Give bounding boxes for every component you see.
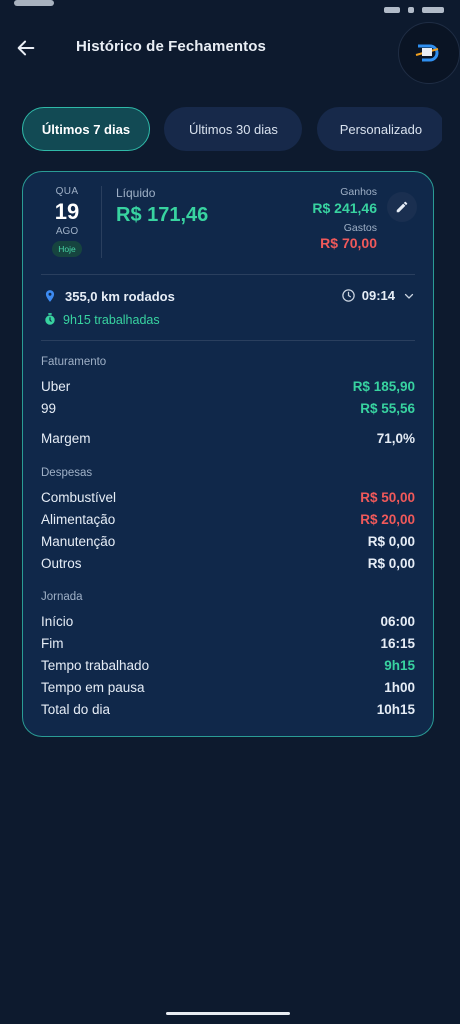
top-bar: Histórico de Fechamentos (0, 22, 460, 84)
location-pin-icon (45, 290, 55, 302)
row-value: R$ 55,56 (360, 401, 415, 416)
expense-row: Combustível R$ 50,00 (41, 490, 415, 510)
row-label: Manutenção (41, 534, 116, 549)
expense-row: Outros R$ 0,00 (41, 556, 415, 576)
chevron-down-icon (404, 293, 414, 299)
row-label: Uber (41, 379, 71, 394)
journey-row: Fim 16:15 (41, 636, 415, 656)
revenue-row: 99 R$ 55,56 (41, 401, 415, 421)
row-label: 99 (41, 401, 57, 416)
row-label: Tempo em pausa (41, 680, 145, 695)
divider (41, 274, 415, 275)
expenses-value: R$ 70,00 (320, 235, 377, 251)
earnings-label: Ganhos (340, 186, 377, 198)
avatar[interactable] (398, 22, 460, 84)
row-value: 06:00 (380, 614, 415, 629)
worked-row: 9h15 trabalhadas (43, 312, 160, 327)
net-value: R$ 171,46 (116, 204, 209, 226)
row-value: R$ 185,90 (352, 379, 415, 394)
row-value: 71,0% (376, 431, 415, 446)
filter-last-30-days[interactable]: Últimos 30 dias (164, 107, 303, 151)
expenses-label: Gastos (343, 222, 377, 234)
margin-row: Margem 71,0% (41, 431, 415, 451)
journey-row: Tempo em pausa 1h00 (41, 680, 415, 700)
row-value: R$ 0,00 (367, 534, 415, 549)
back-button[interactable] (12, 34, 40, 62)
period-filters: Últimos 7 dias Últimos 30 dias Personali… (22, 107, 442, 153)
row-label: Tempo trabalhado (41, 658, 150, 673)
journey-section-title: Jornada (41, 591, 83, 603)
avatar-logo-icon (415, 44, 439, 62)
time-value: 09:14 (361, 288, 395, 303)
worked-value: 9h15 trabalhadas (63, 312, 160, 327)
row-label: Início (41, 614, 74, 629)
row-label: Outros (41, 556, 82, 571)
time-toggle[interactable]: 09:14 (341, 288, 415, 303)
journey-row: Tempo trabalhado 9h15 (41, 658, 415, 678)
row-label: Combustível (41, 490, 117, 505)
status-bar (0, 0, 460, 13)
weekday: QUA (55, 186, 79, 197)
today-badge: Hoje (52, 241, 82, 257)
net-label: Líquido (116, 186, 156, 200)
expense-row: Manutenção R$ 0,00 (41, 534, 415, 554)
status-time (14, 0, 54, 6)
filter-last-7-days[interactable]: Últimos 7 dias (22, 107, 150, 151)
status-icons (376, 0, 446, 13)
row-value: 16:15 (380, 636, 415, 651)
date-block: QUA 19 AGO Hoje (45, 186, 89, 257)
row-label: Fim (41, 636, 64, 651)
revenue-row: Uber R$ 185,90 (41, 379, 415, 399)
row-value: R$ 50,00 (360, 490, 415, 505)
revenue-section-title: Faturamento (41, 356, 107, 368)
row-value: R$ 0,00 (367, 556, 415, 571)
row-label: Total do dia (41, 702, 111, 717)
home-indicator[interactable] (166, 1012, 290, 1015)
earnings-value: R$ 241,46 (312, 200, 377, 216)
row-value: R$ 20,00 (360, 512, 415, 527)
filter-custom[interactable]: Personalizado (316, 107, 442, 151)
closing-card: QUA 19 AGO Hoje Líquido R$ 171,46 Ganhos… (22, 171, 434, 737)
row-label: Alimentação (41, 512, 116, 527)
edit-pencil-icon (396, 201, 408, 213)
divider (41, 340, 415, 341)
expenses-section-title: Despesas (41, 467, 93, 479)
row-value: 10h15 (376, 702, 415, 717)
page-title: Histórico de Fechamentos (76, 38, 266, 55)
row-label: Margem (41, 431, 91, 446)
clock-icon (342, 289, 355, 302)
day-number: 19 (54, 199, 80, 224)
divider (101, 186, 102, 258)
row-value: 9h15 (384, 658, 415, 673)
expense-row: Alimentação R$ 20,00 (41, 512, 415, 532)
distance-value: 355,0 km rodados (65, 288, 175, 304)
back-arrow-icon (17, 40, 35, 56)
row-value: 1h00 (384, 680, 415, 695)
month: AGO (55, 226, 79, 237)
timer-icon (45, 313, 55, 325)
distance-row: 355,0 km rodados (43, 288, 175, 304)
edit-button[interactable] (387, 192, 417, 222)
journey-row: Total do dia 10h15 (41, 702, 415, 722)
journey-row: Início 06:00 (41, 614, 415, 634)
